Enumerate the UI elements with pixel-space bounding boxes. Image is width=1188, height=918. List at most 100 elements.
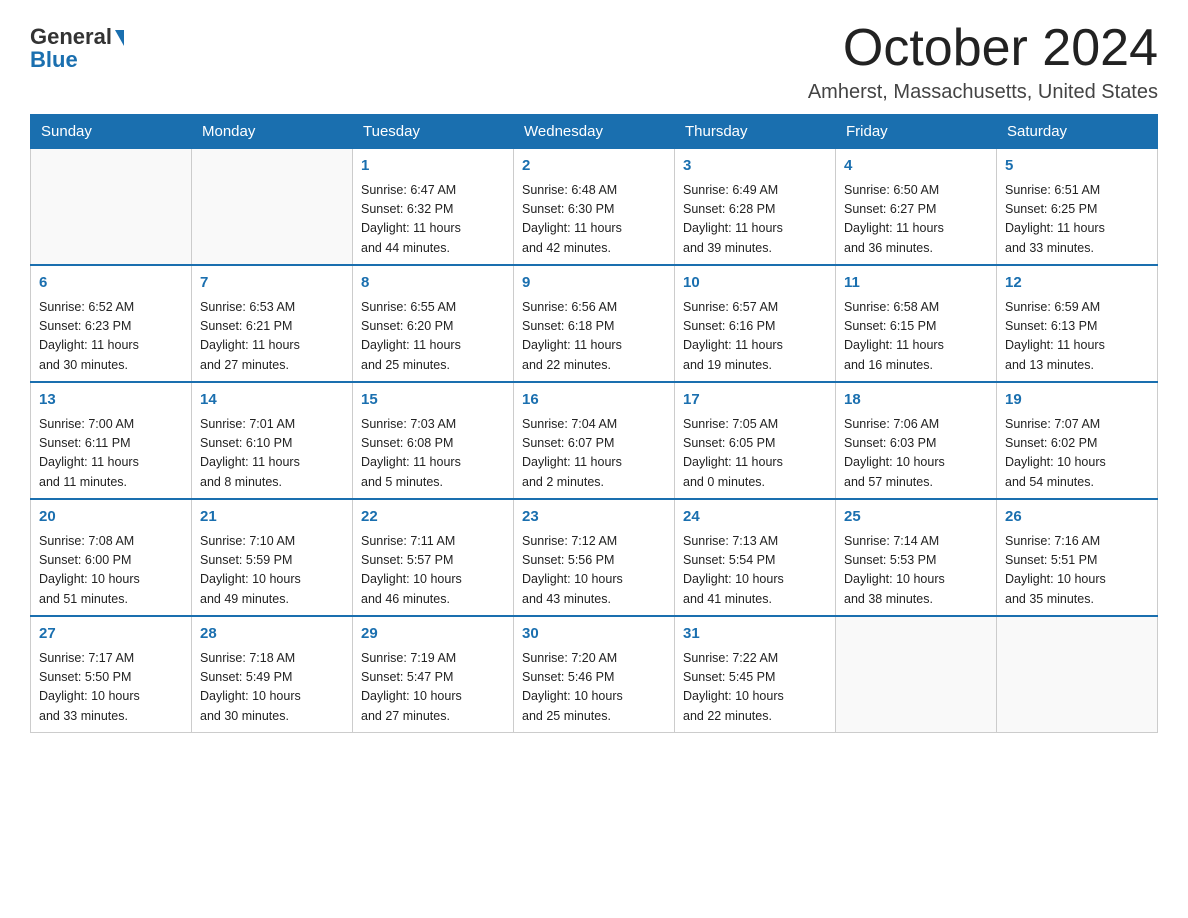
day-info: Sunrise: 6:56 AMSunset: 6:18 PMDaylight:… <box>522 298 666 376</box>
weekday-header: Monday <box>192 115 353 149</box>
day-number: 26 <box>1005 506 1149 529</box>
calendar-cell: 10Sunrise: 6:57 AMSunset: 6:16 PMDayligh… <box>675 265 836 382</box>
calendar-cell: 23 Sunrise: 7:12 AMSunset: 5:56 PMDayligh… <box>514 499 675 616</box>
day-number: 31 <box>683 623 827 646</box>
calendar-cell: 25 Sunrise: 7:14 AMSunset: 5:53 PMDayligh… <box>836 499 997 616</box>
calendar-cell <box>836 616 997 733</box>
day-number: 12 <box>1005 272 1149 295</box>
day-number: 13 <box>39 389 183 412</box>
weekday-header: Saturday <box>997 115 1158 149</box>
day-number: 28 <box>200 623 344 646</box>
day-info: Sunrise: 7:17 AMSunset: 5:50 PMDaylight:… <box>39 649 183 727</box>
day-number: 20 <box>39 506 183 529</box>
calendar-cell: 15 Sunrise: 7:03 AMSunset: 6:08 PMDayligh… <box>353 382 514 499</box>
day-number: 11 <box>844 272 988 295</box>
day-info: Sunrise: 7:14 AMSunset: 5:53 PMDaylight:… <box>844 532 988 610</box>
day-info: Sunrise: 7:20 AMSunset: 5:46 PMDaylight:… <box>522 649 666 727</box>
day-info: Sunrise: 6:52 AMSunset: 6:23 PMDaylight:… <box>39 298 183 376</box>
day-number: 5 <box>1005 155 1149 178</box>
calendar-cell: 24 Sunrise: 7:13 AMSunset: 5:54 PMDayligh… <box>675 499 836 616</box>
calendar-cell: 12Sunrise: 6:59 AMSunset: 6:13 PMDayligh… <box>997 265 1158 382</box>
day-info: Sunrise: 7:06 AMSunset: 6:03 PMDaylight:… <box>844 415 988 493</box>
logo-general: General <box>30 25 124 49</box>
calendar-week-row: 13 Sunrise: 7:00 AMSunset: 6:11 PMDayligh… <box>31 382 1158 499</box>
calendar-week-row: 20Sunrise: 7:08 AMSunset: 6:00 PMDayligh… <box>31 499 1158 616</box>
day-number: 4 <box>844 155 988 178</box>
weekday-header: Wednesday <box>514 115 675 149</box>
day-info: Sunrise: 7:05 AMSunset: 6:05 PMDaylight:… <box>683 415 827 493</box>
calendar-week-row: 1 Sunrise: 6:47 AMSunset: 6:32 PMDaylight… <box>31 149 1158 266</box>
calendar-cell: 27 Sunrise: 7:17 AMSunset: 5:50 PMDayligh… <box>31 616 192 733</box>
day-info: Sunrise: 7:12 AMSunset: 5:56 PMDaylight:… <box>522 532 666 610</box>
calendar-header-row: SundayMondayTuesdayWednesdayThursdayFrid… <box>31 115 1158 149</box>
calendar-cell: 9 Sunrise: 6:56 AMSunset: 6:18 PMDaylight… <box>514 265 675 382</box>
day-info: Sunrise: 7:01 AMSunset: 6:10 PMDaylight:… <box>200 415 344 493</box>
calendar-cell: 19 Sunrise: 7:07 AMSunset: 6:02 PMDayligh… <box>997 382 1158 499</box>
calendar-cell: 31Sunrise: 7:22 AMSunset: 5:45 PMDayligh… <box>675 616 836 733</box>
day-number: 16 <box>522 389 666 412</box>
calendar-cell <box>31 149 192 266</box>
day-number: 24 <box>683 506 827 529</box>
calendar-cell: 4 Sunrise: 6:50 AMSunset: 6:27 PMDaylight… <box>836 149 997 266</box>
calendar-cell: 1 Sunrise: 6:47 AMSunset: 6:32 PMDaylight… <box>353 149 514 266</box>
calendar-cell: 16 Sunrise: 7:04 AMSunset: 6:07 PMDayligh… <box>514 382 675 499</box>
logo: General Blue <box>30 25 124 73</box>
calendar-week-row: 6 Sunrise: 6:52 AMSunset: 6:23 PMDaylight… <box>31 265 1158 382</box>
calendar-cell: 2Sunrise: 6:48 AMSunset: 6:30 PMDaylight… <box>514 149 675 266</box>
day-number: 15 <box>361 389 505 412</box>
day-info: Sunrise: 6:50 AMSunset: 6:27 PMDaylight:… <box>844 181 988 259</box>
day-number: 23 <box>522 506 666 529</box>
calendar-cell: 6 Sunrise: 6:52 AMSunset: 6:23 PMDaylight… <box>31 265 192 382</box>
day-info: Sunrise: 6:49 AMSunset: 6:28 PMDaylight:… <box>683 181 827 259</box>
day-info: Sunrise: 6:57 AMSunset: 6:16 PMDaylight:… <box>683 298 827 376</box>
day-number: 9 <box>522 272 666 295</box>
calendar-table: SundayMondayTuesdayWednesdayThursdayFrid… <box>30 114 1158 733</box>
calendar-cell: 11 Sunrise: 6:58 AMSunset: 6:15 PMDayligh… <box>836 265 997 382</box>
day-info: Sunrise: 6:47 AMSunset: 6:32 PMDaylight:… <box>361 181 505 259</box>
day-info: Sunrise: 7:13 AMSunset: 5:54 PMDaylight:… <box>683 532 827 610</box>
day-info: Sunrise: 6:58 AMSunset: 6:15 PMDaylight:… <box>844 298 988 376</box>
day-number: 25 <box>844 506 988 529</box>
day-number: 18 <box>844 389 988 412</box>
day-number: 1 <box>361 155 505 178</box>
day-info: Sunrise: 7:07 AMSunset: 6:02 PMDaylight:… <box>1005 415 1149 493</box>
day-number: 7 <box>200 272 344 295</box>
day-number: 14 <box>200 389 344 412</box>
calendar-cell: 26Sunrise: 7:16 AMSunset: 5:51 PMDayligh… <box>997 499 1158 616</box>
day-info: Sunrise: 7:10 AMSunset: 5:59 PMDaylight:… <box>200 532 344 610</box>
day-number: 8 <box>361 272 505 295</box>
day-number: 19 <box>1005 389 1149 412</box>
calendar-cell: 20Sunrise: 7:08 AMSunset: 6:00 PMDayligh… <box>31 499 192 616</box>
day-number: 29 <box>361 623 505 646</box>
day-info: Sunrise: 6:53 AMSunset: 6:21 PMDaylight:… <box>200 298 344 376</box>
calendar-cell: 30Sunrise: 7:20 AMSunset: 5:46 PMDayligh… <box>514 616 675 733</box>
weekday-header: Friday <box>836 115 997 149</box>
day-info: Sunrise: 7:19 AMSunset: 5:47 PMDaylight:… <box>361 649 505 727</box>
day-number: 3 <box>683 155 827 178</box>
title-area: October 2024 Amherst, Massachusetts, Uni… <box>808 20 1158 104</box>
weekday-header: Thursday <box>675 115 836 149</box>
day-info: Sunrise: 7:03 AMSunset: 6:08 PMDaylight:… <box>361 415 505 493</box>
calendar-cell: 13 Sunrise: 7:00 AMSunset: 6:11 PMDayligh… <box>31 382 192 499</box>
calendar-cell: 17 Sunrise: 7:05 AMSunset: 6:05 PMDayligh… <box>675 382 836 499</box>
calendar-cell: 29 Sunrise: 7:19 AMSunset: 5:47 PMDayligh… <box>353 616 514 733</box>
calendar-cell: 21 Sunrise: 7:10 AMSunset: 5:59 PMDayligh… <box>192 499 353 616</box>
day-number: 6 <box>39 272 183 295</box>
logo-blue: Blue <box>30 47 78 73</box>
calendar-cell: 8 Sunrise: 6:55 AMSunset: 6:20 PMDaylight… <box>353 265 514 382</box>
calendar-cell: 3 Sunrise: 6:49 AMSunset: 6:28 PMDaylight… <box>675 149 836 266</box>
calendar-cell: 5 Sunrise: 6:51 AMSunset: 6:25 PMDaylight… <box>997 149 1158 266</box>
day-info: Sunrise: 6:55 AMSunset: 6:20 PMDaylight:… <box>361 298 505 376</box>
day-info: Sunrise: 7:18 AMSunset: 5:49 PMDaylight:… <box>200 649 344 727</box>
day-info: Sunrise: 7:00 AMSunset: 6:11 PMDaylight:… <box>39 415 183 493</box>
day-info: Sunrise: 6:48 AMSunset: 6:30 PMDaylight:… <box>522 181 666 259</box>
calendar-cell <box>997 616 1158 733</box>
day-number: 21 <box>200 506 344 529</box>
day-number: 17 <box>683 389 827 412</box>
calendar-cell: 22Sunrise: 7:11 AMSunset: 5:57 PMDayligh… <box>353 499 514 616</box>
calendar-week-row: 27 Sunrise: 7:17 AMSunset: 5:50 PMDayligh… <box>31 616 1158 733</box>
day-number: 27 <box>39 623 183 646</box>
day-info: Sunrise: 6:51 AMSunset: 6:25 PMDaylight:… <box>1005 181 1149 259</box>
weekday-header: Tuesday <box>353 115 514 149</box>
day-info: Sunrise: 7:04 AMSunset: 6:07 PMDaylight:… <box>522 415 666 493</box>
